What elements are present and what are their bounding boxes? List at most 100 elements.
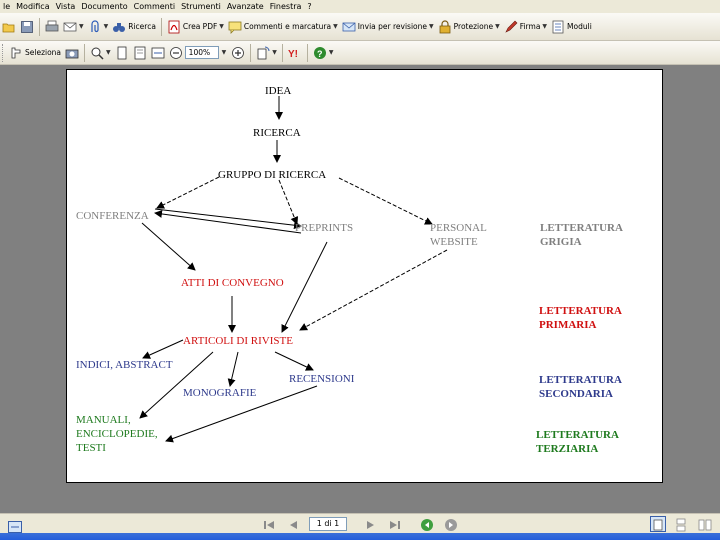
category-grigia-line2: GRIGIA <box>540 236 582 248</box>
page-size-icon[interactable] <box>8 518 22 533</box>
actual-size-button[interactable] <box>113 43 131 63</box>
page-indicator[interactable]: 1 di 1 <box>309 517 347 531</box>
node-idea: IDEA <box>265 85 291 97</box>
edge-personal-articoli <box>299 249 448 331</box>
zoom-out-icon <box>169 46 183 60</box>
last-page-icon[interactable] <box>388 517 402 531</box>
continuous-layout-icon[interactable] <box>674 517 688 532</box>
edge-gruppo-conferenza <box>156 176 220 209</box>
create-pdf-button[interactable]: Crea PDF ▼ <box>165 17 226 37</box>
chevron-down-icon: ▼ <box>333 23 338 30</box>
chevron-down-icon: ▼ <box>219 23 224 30</box>
lock-icon <box>438 19 452 34</box>
sign-button[interactable]: Firma ▼ <box>502 17 549 37</box>
attach-button[interactable]: ▼ <box>86 17 111 37</box>
node-articoli: ARTICOLI DI RIVISTE <box>183 335 293 347</box>
actual-size-icon <box>115 46 129 60</box>
pen-icon <box>504 20 518 34</box>
menu-view[interactable]: Vista <box>53 0 79 13</box>
chevron-down-icon[interactable]: ▼ <box>222 49 227 56</box>
node-conferenza: CONFERENZA <box>76 210 149 222</box>
menu-bar: le Modifica Vista Documento Commenti Str… <box>0 0 720 13</box>
protect-button[interactable]: Protezione ▼ <box>436 17 502 37</box>
node-recensioni: RECENSIONI <box>289 373 355 385</box>
envelope-icon <box>63 20 77 34</box>
printer-icon <box>45 20 59 34</box>
node-preprints: PREPRINTS <box>295 222 353 234</box>
zoom-tool-button[interactable]: ▼ <box>88 43 113 63</box>
category-primaria-line1: LETTERATURA <box>539 305 622 317</box>
zoom-in-button[interactable] <box>229 43 247 63</box>
toolbar-separator <box>250 43 252 62</box>
toolbar-separator <box>306 43 308 62</box>
category-grigia-line1: LETTERATURA <box>540 222 623 234</box>
create-pdf-icon <box>167 20 181 34</box>
menu-tools[interactable]: Strumenti <box>178 0 224 13</box>
previous-page-icon[interactable] <box>286 517 300 531</box>
menu-file[interactable]: le <box>0 0 13 13</box>
search-button[interactable]: Ricerca <box>110 17 158 37</box>
zoom-out-button[interactable] <box>167 43 185 63</box>
print-button[interactable] <box>43 17 61 37</box>
open-button[interactable] <box>0 17 18 37</box>
previous-view-icon[interactable] <box>420 517 434 531</box>
chevron-down-icon: ▼ <box>429 23 434 30</box>
help-button[interactable]: ? ▼ <box>311 43 336 63</box>
email-button[interactable]: ▼ <box>61 17 86 37</box>
single-page-layout-icon[interactable] <box>650 516 666 532</box>
toolbar-separator <box>160 17 162 36</box>
yahoo-logo-icon: Y! <box>288 46 302 60</box>
edge-articoli-monografie <box>227 351 239 387</box>
next-page-icon[interactable] <box>364 517 378 531</box>
paperclip-icon <box>88 19 102 34</box>
edge-gruppo-personal <box>338 177 433 225</box>
menu-help[interactable]: ? <box>304 0 314 13</box>
category-primaria-line2: PRIMARIA <box>539 319 596 331</box>
zoom-input[interactable]: 100% <box>184 46 219 59</box>
menu-window[interactable]: Finestra <box>267 0 305 13</box>
fit-width-icon <box>151 46 165 60</box>
research-flow-diagram: IDEA RICERCA GRUPPO DI RICERCA CONFERENZ… <box>76 85 623 455</box>
category-terziaria-line2: TERZIARIA <box>536 443 598 455</box>
taskbar-strip <box>0 533 720 540</box>
fit-page-button[interactable] <box>131 43 149 63</box>
menu-comments[interactable]: Commenti <box>131 0 178 13</box>
zoom-in-icon <box>231 46 245 60</box>
save-button[interactable] <box>18 17 36 37</box>
forms-button[interactable]: Moduli <box>549 17 594 37</box>
node-ricerca: RICERCA <box>253 127 301 139</box>
fit-width-button[interactable] <box>149 43 167 63</box>
send-review-icon <box>342 20 356 34</box>
facing-layout-icon[interactable] <box>698 517 712 531</box>
node-personal-line2: WEBSITE <box>430 236 478 248</box>
menu-document[interactable]: Documento <box>78 0 130 13</box>
chevron-down-icon: ▼ <box>272 49 277 56</box>
rotate-icon <box>256 46 270 60</box>
send-review-button[interactable]: Invia per revisione ▼ <box>340 17 436 37</box>
help-icon: ? <box>313 46 327 60</box>
snapshot-button[interactable] <box>63 43 81 63</box>
document-area[interactable]: IDEA RICERCA GRUPPO DI RICERCA CONFERENZ… <box>0 65 720 513</box>
toolbar-separator <box>39 17 40 36</box>
comment-markup-button[interactable]: Commenti e marcatura ▼ <box>226 17 340 37</box>
menu-edit[interactable]: Modifica <box>13 0 52 13</box>
category-secondaria-line1: LETTERATURA <box>539 374 622 386</box>
first-page-icon[interactable] <box>262 517 276 531</box>
yahoo-button[interactable]: Y! <box>286 43 304 63</box>
svg-text:Y!: Y! <box>288 49 298 60</box>
rotate-button[interactable]: ▼ <box>254 43 279 63</box>
protect-label: Protezione <box>453 22 494 31</box>
toolbar-grip[interactable] <box>2 43 5 62</box>
comment-markup-label: Commenti e marcatura <box>243 22 332 31</box>
node-manuali-line1: MANUALI, <box>76 414 131 426</box>
next-view-icon[interactable] <box>444 517 458 531</box>
node-personal-line1: PERSONAL <box>430 222 487 234</box>
forms-label: Moduli <box>567 22 592 31</box>
menu-advanced[interactable]: Avanzate <box>224 0 267 13</box>
fit-page-icon <box>133 46 147 60</box>
view-toolbar: Seleziona ▼ 100% ▼ ▼ Y! ? ▼ <box>0 41 720 65</box>
search-label: Ricerca <box>128 22 156 31</box>
chevron-down-icon: ▼ <box>328 49 334 56</box>
form-icon <box>551 20 565 34</box>
hand-tool-button[interactable]: Seleziona <box>7 43 63 63</box>
